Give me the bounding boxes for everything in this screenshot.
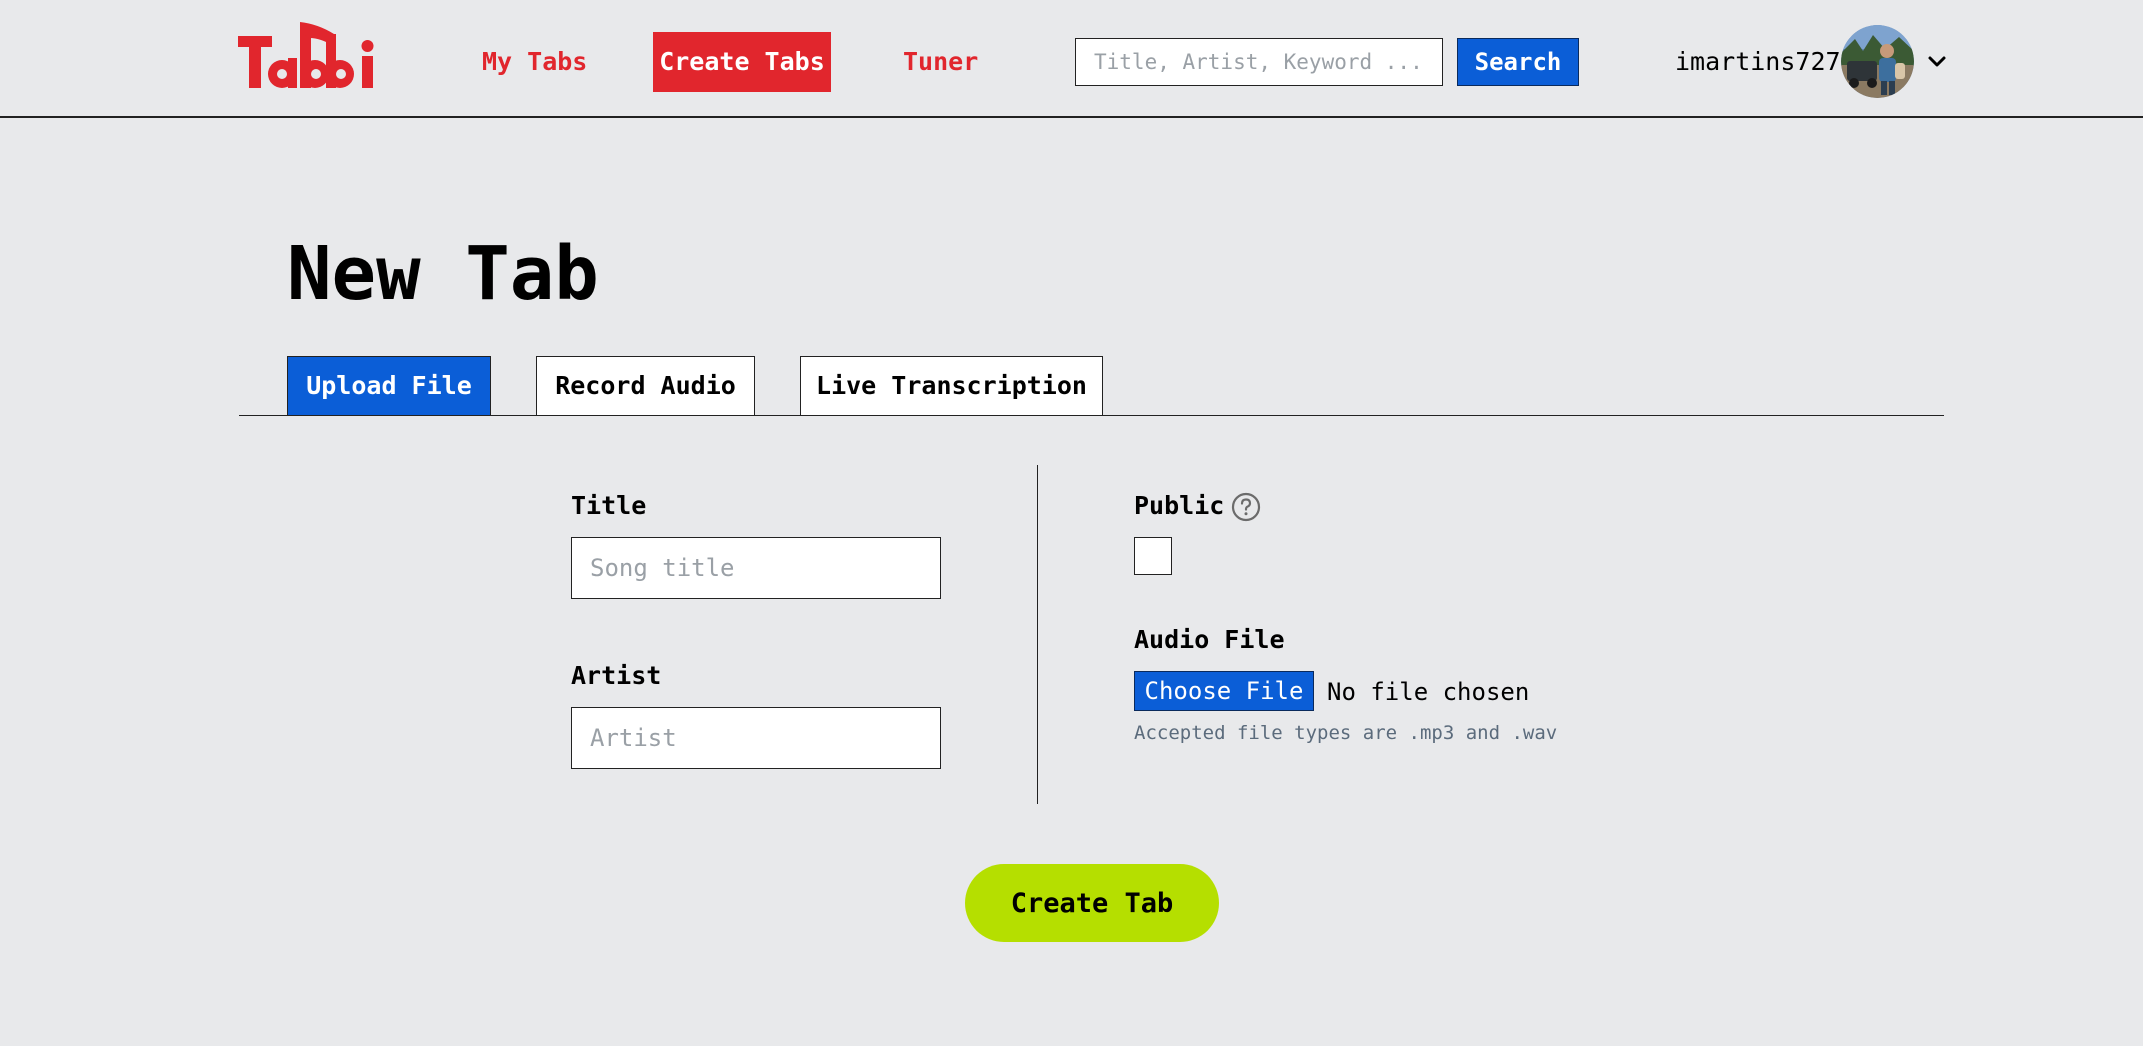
- search-button[interactable]: Search: [1457, 38, 1579, 86]
- accepted-file-types-hint: Accepted file types are .mp3 and .wav: [1134, 722, 1558, 744]
- form-column-divider: [1037, 465, 1038, 804]
- title-label: Title: [571, 491, 647, 520]
- chevron-down-icon[interactable]: [1925, 50, 1949, 74]
- search-input[interactable]: [1075, 38, 1443, 86]
- artist-label: Artist: [571, 661, 662, 690]
- question-circle-icon[interactable]: [1231, 492, 1261, 522]
- avatar[interactable]: [1841, 25, 1914, 98]
- nav-tuner-link[interactable]: Tuner: [903, 32, 978, 92]
- page-title: New Tab: [287, 231, 599, 317]
- tab-live-transcription[interactable]: Live Transcription: [800, 356, 1103, 416]
- tab-record-audio[interactable]: Record Audio: [536, 356, 755, 416]
- audio-file-label: Audio File: [1134, 625, 1285, 654]
- username: imartins727: [1675, 47, 1841, 76]
- public-checkbox[interactable]: [1134, 537, 1172, 575]
- nav-create-tabs-link[interactable]: Create Tabs: [653, 32, 831, 92]
- public-label: Public: [1134, 491, 1225, 520]
- file-status-text: No file chosen: [1327, 678, 1530, 706]
- title-input[interactable]: [571, 537, 941, 599]
- choose-file-button[interactable]: Choose File: [1134, 671, 1314, 711]
- tab-upload-file[interactable]: Upload File: [287, 356, 491, 416]
- create-tab-button[interactable]: Create Tab: [965, 864, 1219, 942]
- top-navigation-bar: My Tabs Create Tabs Tuner Search imartin…: [0, 0, 2143, 118]
- tabs-divider: [239, 415, 1944, 416]
- tabbi-logo[interactable]: [238, 18, 384, 94]
- artist-input[interactable]: [571, 707, 941, 769]
- nav-my-tabs-link[interactable]: My Tabs: [482, 32, 587, 92]
